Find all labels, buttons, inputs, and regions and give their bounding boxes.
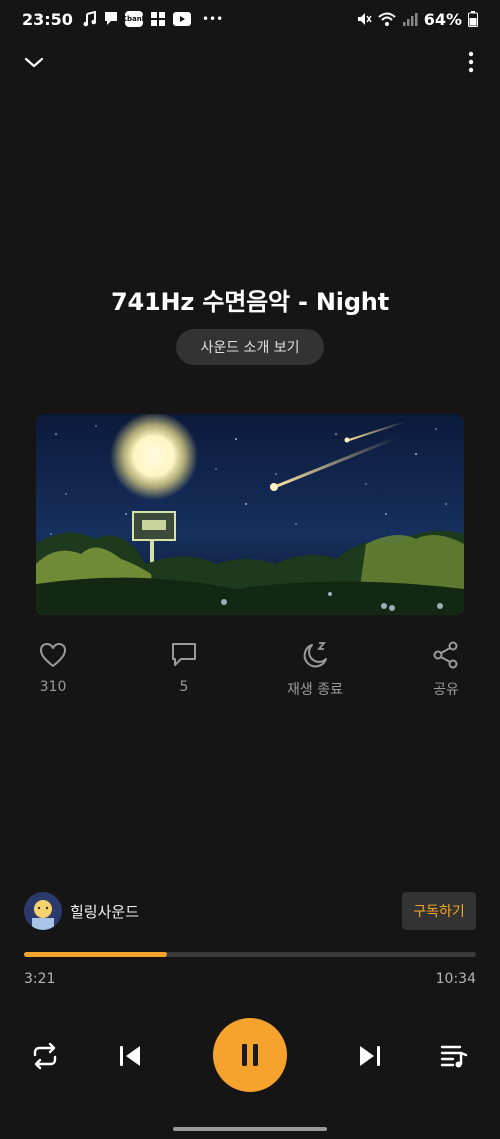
wifi-icon bbox=[378, 11, 396, 27]
channel-name[interactable]: 힐링사운드 bbox=[70, 901, 139, 922]
playlist-button[interactable] bbox=[437, 1039, 471, 1073]
more-options-button[interactable] bbox=[466, 50, 476, 74]
previous-button[interactable] bbox=[113, 1039, 147, 1073]
comment-count: 5 bbox=[179, 679, 189, 695]
collapse-icon bbox=[24, 57, 44, 68]
next-button[interactable] bbox=[353, 1039, 387, 1073]
grid-app-icon bbox=[150, 11, 166, 27]
night-scene-artwork-image bbox=[36, 414, 464, 615]
sleep-timer-action[interactable]: 재생 종료 bbox=[270, 640, 360, 699]
more-icon bbox=[468, 51, 474, 73]
channel-avatar-image bbox=[24, 892, 62, 930]
status-bar: 23:50 Kbank ••• 64% bbox=[0, 0, 500, 38]
repeat-icon bbox=[33, 1042, 57, 1070]
comment-action[interactable]: 5 bbox=[139, 640, 229, 695]
battery-icon bbox=[468, 11, 478, 27]
share-label: 공유 bbox=[433, 682, 459, 698]
previous-icon bbox=[120, 1046, 140, 1066]
next-icon bbox=[360, 1046, 380, 1066]
playlist-icon bbox=[440, 1045, 468, 1068]
repeat-button[interactable] bbox=[28, 1039, 62, 1073]
total-time: 10:34 bbox=[435, 971, 476, 987]
home-indicator[interactable] bbox=[173, 1127, 327, 1131]
player-top-bar bbox=[0, 44, 500, 80]
pause-icon bbox=[242, 1044, 258, 1066]
mute-icon bbox=[356, 11, 372, 27]
sound-intro-button[interactable]: 사운드 소개 보기 bbox=[176, 329, 324, 365]
comment-icon bbox=[172, 643, 196, 666]
moon-icon bbox=[303, 642, 327, 668]
battery-percent: 64% bbox=[423, 9, 462, 29]
like-action[interactable]: 310 bbox=[8, 640, 98, 695]
music-note-icon bbox=[83, 11, 97, 27]
message-icon bbox=[104, 11, 118, 27]
playback-controls bbox=[0, 1018, 500, 1092]
heart-icon bbox=[40, 643, 66, 667]
track-artwork bbox=[36, 414, 464, 615]
channel-row: 힐링사운드 구독하기 bbox=[24, 892, 476, 930]
current-time: 3:21 bbox=[24, 971, 56, 987]
channel-avatar[interactable] bbox=[24, 892, 62, 930]
subscribe-button[interactable]: 구독하기 bbox=[402, 892, 476, 930]
like-count: 310 bbox=[39, 679, 67, 695]
track-title: 741Hz 수면음악 - Night bbox=[111, 288, 389, 316]
kbank-app-icon: Kbank bbox=[122, 11, 146, 27]
collapse-button[interactable] bbox=[22, 50, 46, 74]
sleep-timer-label: 재생 종료 bbox=[287, 682, 343, 698]
more-notifications-icon: ••• bbox=[201, 12, 224, 26]
track-actions: 310 5 재생 종료 공유 bbox=[0, 640, 500, 700]
progress-bar[interactable] bbox=[24, 952, 476, 957]
pause-button[interactable] bbox=[213, 1018, 287, 1092]
status-time: 23:50 bbox=[22, 9, 73, 29]
progress-fill bbox=[24, 952, 168, 957]
share-icon bbox=[433, 641, 458, 669]
youtube-icon bbox=[172, 12, 191, 26]
signal-icon bbox=[402, 11, 418, 27]
share-action[interactable]: 공유 bbox=[401, 640, 491, 699]
